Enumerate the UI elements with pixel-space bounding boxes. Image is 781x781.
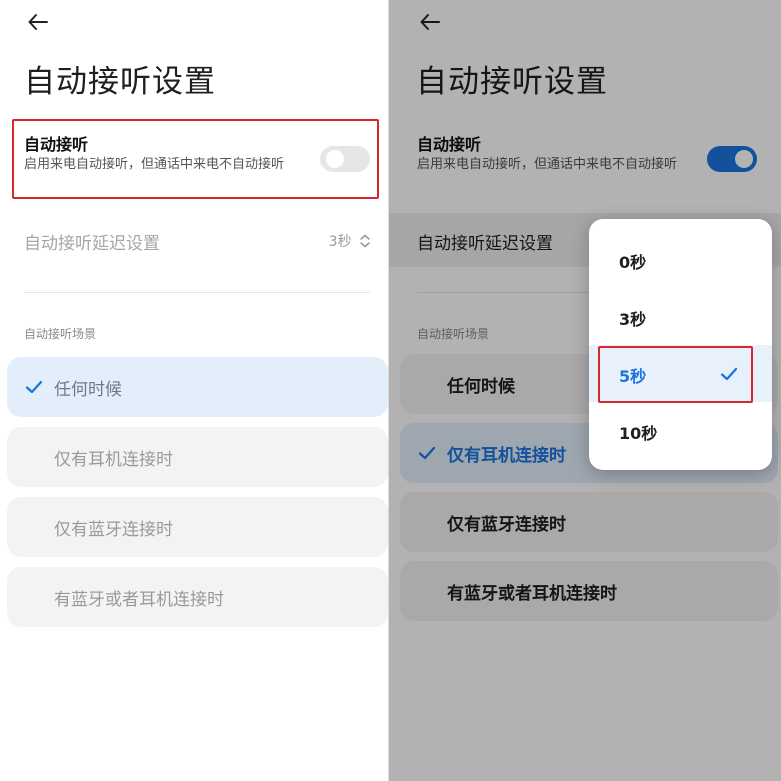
scene-section-label: 自动接听场景 [24,327,97,341]
scene-option-label: 任何时候 [54,380,122,400]
scene-option-label: 仅有蓝牙连接时 [54,520,173,540]
delay-dropdown-menu: 0秒 3秒 5秒 10秒 [589,219,772,470]
divider [24,292,370,293]
dropdown-option-3s[interactable]: 3秒 [589,288,772,345]
left-screen: 自动接听设置 自动接听 启用来电自动接听，但通话中来电不自动接听 自动接听延迟设… [0,0,389,781]
back-button[interactable] [24,8,52,36]
check-icon [25,380,43,394]
scene-option-label: 仅有耳机连接时 [54,450,173,470]
dropdown-option-0s[interactable]: 0秒 [589,231,772,288]
highlight-box [12,119,379,199]
delay-setting-value[interactable]: 3秒 [329,231,371,251]
delay-setting-row[interactable]: 自动接听延迟设置 3秒 [0,213,389,267]
dropdown-option-label: 10秒 [619,424,658,443]
dropdown-option-label: 0秒 [619,253,647,272]
page-title: 自动接听设置 [24,64,216,100]
highlight-box [598,346,753,403]
chevron-up-down-icon [360,234,370,248]
scene-option-bluetooth-or-headset[interactable]: 有蓝牙或者耳机连接时 [7,567,388,627]
scene-option-label: 有蓝牙或者耳机连接时 [54,590,224,610]
scene-option-bluetooth[interactable]: 仅有蓝牙连接时 [7,497,388,557]
arrow-left-icon [28,14,48,30]
delay-setting-label: 自动接听延迟设置 [24,234,160,254]
dropdown-option-10s[interactable]: 10秒 [589,402,772,459]
dropdown-option-label: 3秒 [619,310,647,329]
scene-option-anytime[interactable]: 任何时候 [7,357,388,417]
delay-value-text: 3秒 [328,234,352,250]
right-screen: 自动接听设置 自动接听 启用来电自动接听，但通话中来电不自动接听 自动接听延迟设… [389,0,781,781]
scene-option-headset[interactable]: 仅有耳机连接时 [7,427,388,487]
